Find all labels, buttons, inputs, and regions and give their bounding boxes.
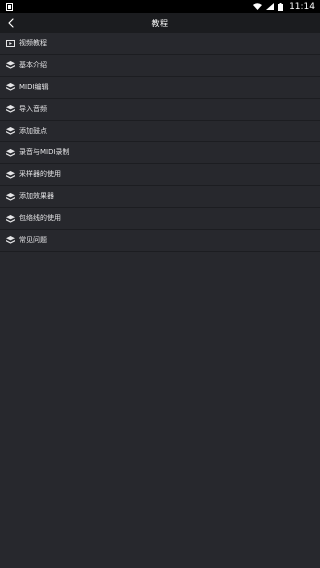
status-time: 11:14 <box>289 1 315 12</box>
list-item-envelope[interactable]: 包络线的使用 <box>0 208 320 231</box>
list-item-faq[interactable]: 常见问题 <box>0 230 320 252</box>
chevron-left-icon <box>8 18 14 28</box>
layers-icon <box>5 104 15 114</box>
notification-icon <box>6 2 13 11</box>
list-item-sampler[interactable]: 采样器的使用 <box>0 164 320 187</box>
list-item-add-effects[interactable]: 添加效果器 <box>0 186 320 209</box>
layers-icon <box>5 148 15 158</box>
tutorial-list: 视频教程 基本介绍 MIDI编辑 导入音频 添加鼓点 录音与MIDI录制 采样器… <box>0 33 320 252</box>
list-item-import-audio[interactable]: 导入音频 <box>0 99 320 121</box>
page-title: 教程 <box>151 18 169 28</box>
list-item-add-drums[interactable]: 添加鼓点 <box>0 121 320 143</box>
list-item-label: 基本介绍 <box>19 60 47 69</box>
layers-icon <box>5 170 15 180</box>
list-item-label: 常见问题 <box>19 235 47 244</box>
layers-icon <box>5 235 15 245</box>
video-icon <box>5 38 15 48</box>
list-item-recording[interactable]: 录音与MIDI录制 <box>0 142 320 165</box>
list-item-video-tutorial[interactable]: 视频教程 <box>0 33 320 55</box>
status-bar: 11:14 <box>0 0 320 13</box>
list-item-label: 导入音频 <box>19 104 47 113</box>
status-left <box>6 2 13 11</box>
list-item-midi-edit[interactable]: MIDI编辑 <box>0 77 320 99</box>
list-item-basic-intro[interactable]: 基本介绍 <box>0 55 320 77</box>
layers-icon <box>5 192 15 202</box>
app-header: 教程 <box>0 13 320 33</box>
list-item-label: 添加效果器 <box>19 192 54 201</box>
screen: 11:14 教程 视频教程 基本介绍 MIDI编辑 导入音频 添加鼓点 录音与M… <box>0 0 320 568</box>
list-item-label: 录音与MIDI录制 <box>19 148 70 157</box>
layers-icon <box>5 214 15 224</box>
battery-icon <box>278 2 284 11</box>
layers-icon <box>5 82 15 92</box>
list-item-label: 添加鼓点 <box>19 126 47 135</box>
layers-icon <box>5 60 15 70</box>
wifi-icon <box>253 3 263 10</box>
list-item-label: MIDI编辑 <box>19 82 49 91</box>
status-right: 11:14 <box>253 2 315 12</box>
list-item-label: 采样器的使用 <box>19 170 61 179</box>
signal-icon <box>266 3 275 10</box>
list-item-label: 视频教程 <box>19 38 47 47</box>
back-button[interactable] <box>3 13 19 33</box>
layers-icon <box>5 126 15 136</box>
list-item-label: 包络线的使用 <box>19 214 61 223</box>
